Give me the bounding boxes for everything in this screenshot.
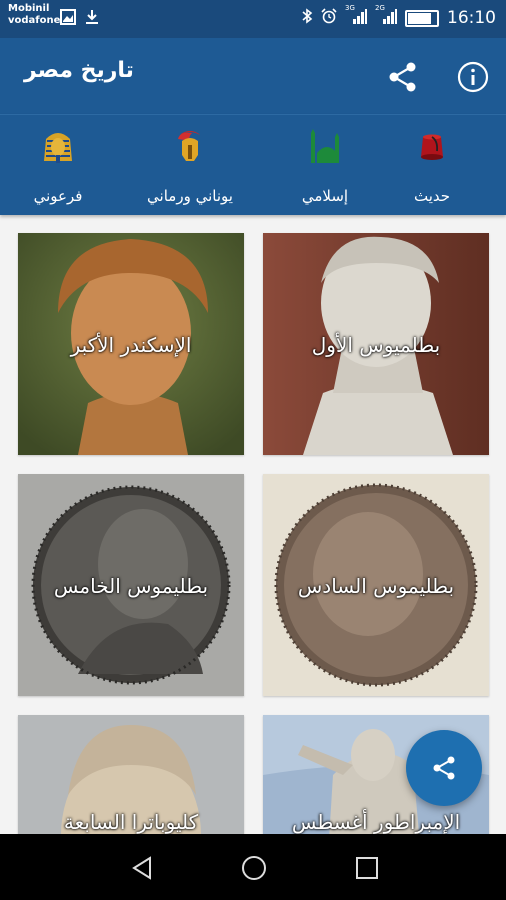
card-caption: الإمبراطور أغسطس bbox=[291, 810, 461, 834]
card-caption: بطلميوس الأول bbox=[311, 333, 441, 357]
alarm-icon bbox=[321, 8, 337, 28]
pharaoh-mask-icon bbox=[38, 127, 78, 167]
card-caption: كليوباترا السابعة bbox=[63, 810, 199, 834]
app-bar: تاريخ مصر bbox=[0, 38, 506, 114]
card-ptolemy-i[interactable]: بطلميوس الأول bbox=[263, 233, 489, 455]
app-title: تاريخ مصر bbox=[24, 58, 134, 83]
tab-islamic[interactable]: إسلامي bbox=[270, 127, 380, 205]
card-ptolemy-vi[interactable]: بطليموس السادس bbox=[263, 474, 489, 696]
tab-modern[interactable]: حديث bbox=[377, 127, 487, 205]
image-notification-icon bbox=[60, 9, 76, 29]
carrier-labels: Mobinil vodafone bbox=[8, 3, 60, 27]
roman-helmet-icon bbox=[170, 127, 210, 167]
signal-1-label: 3G bbox=[345, 4, 355, 12]
signal-2-icon: 2G bbox=[375, 4, 397, 28]
info-icon[interactable] bbox=[456, 60, 490, 94]
download-icon bbox=[84, 9, 100, 29]
tab-label: إسلامي bbox=[301, 187, 349, 205]
card-caption: الإسكندر الأكبر bbox=[70, 333, 192, 357]
tab-label: فرعوني bbox=[33, 187, 83, 205]
back-icon[interactable] bbox=[128, 854, 156, 882]
card-ptolemy-v[interactable]: بطليموس الخامس bbox=[18, 474, 244, 696]
carrier-2: vodafone bbox=[8, 15, 61, 26]
category-tabs: حديث إسلامي يوناني ورماني فرعوني bbox=[0, 114, 506, 215]
clock: 16:10 bbox=[447, 8, 496, 28]
share-icon[interactable] bbox=[386, 60, 420, 94]
signal-2-label: 2G bbox=[375, 4, 385, 12]
fez-icon bbox=[412, 127, 452, 167]
status-bar: Mobinil vodafone 3G 2G 16:10 bbox=[0, 0, 506, 38]
tab-greek-roman[interactable]: يوناني ورماني bbox=[135, 127, 245, 205]
recent-apps-icon[interactable] bbox=[353, 854, 381, 882]
home-icon[interactable] bbox=[240, 854, 268, 882]
share-fab[interactable] bbox=[406, 730, 482, 806]
bluetooth-icon bbox=[301, 8, 313, 28]
card-caption: بطليموس السادس bbox=[297, 574, 455, 598]
share-icon bbox=[433, 756, 455, 780]
card-caption: بطليموس الخامس bbox=[53, 574, 209, 598]
tab-label: حديث bbox=[413, 187, 451, 205]
mosque-icon bbox=[305, 127, 345, 167]
tab-label: يوناني ورماني bbox=[147, 187, 233, 205]
carrier-1: Mobinil bbox=[8, 3, 50, 14]
signal-1-icon: 3G bbox=[345, 4, 367, 28]
battery-icon bbox=[405, 9, 439, 27]
system-nav-bar bbox=[0, 834, 506, 900]
tab-pharaonic[interactable]: فرعوني bbox=[3, 127, 113, 205]
card-alexander[interactable]: الإسكندر الأكبر bbox=[18, 233, 244, 455]
card-cleopatra-vii[interactable]: كليوباترا السابعة bbox=[18, 715, 244, 834]
